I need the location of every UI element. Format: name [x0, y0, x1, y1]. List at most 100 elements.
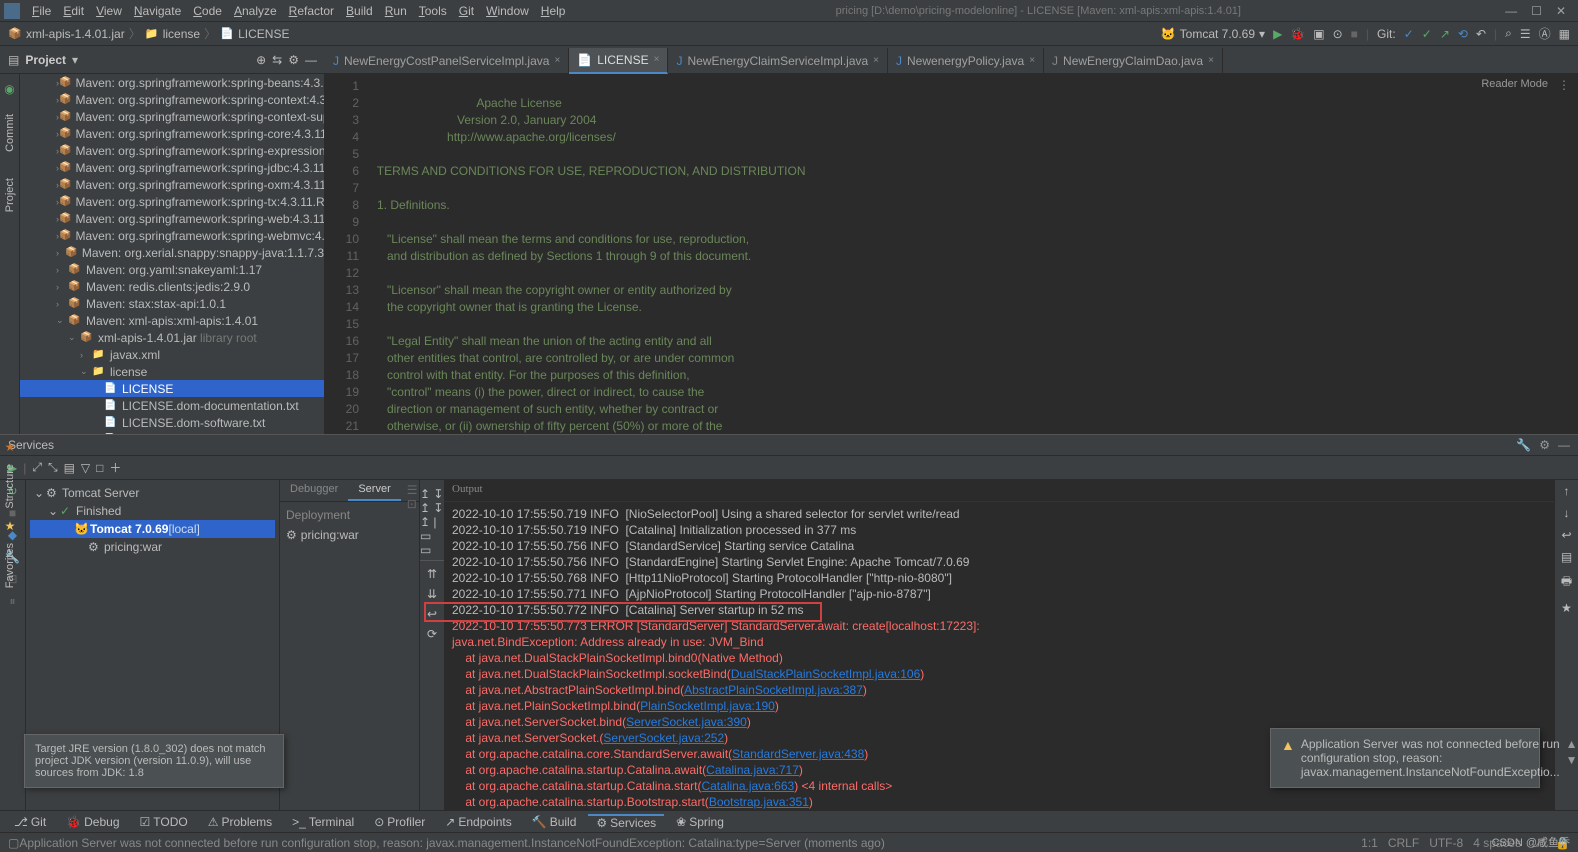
- tab-close-icon[interactable]: ×: [1208, 55, 1214, 66]
- menu-view[interactable]: View: [90, 4, 128, 18]
- status-icon[interactable]: ▢: [8, 836, 19, 850]
- git-commit-icon[interactable]: ✓: [1422, 27, 1432, 41]
- status-item[interactable]: UTF-8: [1429, 836, 1463, 850]
- bottom-tab-services[interactable]: ⚙Services: [588, 814, 664, 830]
- menu-tools[interactable]: Tools: [413, 4, 453, 18]
- menu-file[interactable]: File: [26, 4, 57, 18]
- tree-row[interactable]: ⌄📁license: [20, 363, 324, 380]
- tree-row[interactable]: ›📦Maven: org.springframework:spring-bean…: [20, 74, 324, 91]
- menu-refactor[interactable]: Refactor: [283, 4, 340, 18]
- commit-vtab[interactable]: Commit: [2, 106, 18, 160]
- out-softwrap-icon[interactable]: ↩: [1561, 528, 1571, 542]
- code-content[interactable]: Apache License Version 2.0, January 2004…: [367, 74, 1578, 434]
- stop-icon[interactable]: ■: [1351, 27, 1358, 41]
- tree-collapse-icon[interactable]: ⇆: [272, 53, 282, 67]
- svc-tree-row[interactable]: ⌄⚙Tomcat Server: [30, 484, 275, 502]
- bottom-tab-todo[interactable]: ☑TODO: [132, 815, 196, 829]
- project-vtab[interactable]: Project: [2, 170, 18, 220]
- git-rollback-icon[interactable]: ↶: [1476, 27, 1486, 41]
- bookmark-icon[interactable]: ★: [5, 440, 16, 454]
- menu-git[interactable]: Git: [453, 4, 480, 18]
- debug-icon[interactable]: 🐞: [1290, 27, 1305, 41]
- bottom-tab-debug[interactable]: 🐞Debug: [58, 815, 127, 829]
- tree-row[interactable]: ›📦Maven: stax:stax-api:1.0.1: [20, 295, 324, 312]
- tree-row[interactable]: ›📦Maven: org.springframework:spring-webm…: [20, 227, 324, 244]
- tree-row[interactable]: 📄LICENSE.sax.txt: [20, 431, 324, 434]
- bottom-tab-problems[interactable]: ⚠Problems: [200, 815, 280, 829]
- tree-row[interactable]: ›📦Maven: org.springframework:spring-expr…: [20, 142, 324, 159]
- tree-settings-icon[interactable]: ⚙: [288, 53, 299, 67]
- tree-row[interactable]: ⌄📦Maven: xml-apis:xml-apis:1.4.01: [20, 312, 324, 329]
- editor-tab[interactable]: JNewEnergyClaimDao.java×: [1044, 48, 1223, 74]
- bottom-tab-build[interactable]: 🔨Build: [524, 815, 585, 829]
- run-config-selector[interactable]: 🐱Tomcat 7.0.69▾: [1161, 27, 1265, 41]
- out-print-icon[interactable]: 🖶: [1561, 572, 1572, 593]
- services-gear-icon[interactable]: ⚙: [1539, 438, 1550, 452]
- svc-pause-icon[interactable]: ⏸: [9, 594, 15, 609]
- services-wrench-icon[interactable]: 🔧: [1516, 438, 1531, 452]
- tree-row[interactable]: ›📦Maven: org.yaml:snakeyaml:1.17: [20, 261, 324, 278]
- menu-navigate[interactable]: Navigate: [128, 4, 187, 18]
- close-icon[interactable]: ✕: [1556, 4, 1566, 18]
- maximize-icon[interactable]: ☐: [1531, 4, 1542, 18]
- tree-row[interactable]: 📄LICENSE.dom-software.txt: [20, 414, 324, 431]
- editor-tab[interactable]: JNewEnergyClaimServiceImpl.java×: [668, 48, 888, 74]
- svc-tree-row[interactable]: 🐱Tomcat 7.0.69 [local]: [30, 520, 275, 538]
- tip-down-icon[interactable]: ▼: [1566, 753, 1578, 767]
- tree-row[interactable]: ›📦Maven: org.springframework:spring-core…: [20, 125, 324, 142]
- svc-tree-row[interactable]: ⌄✓Finished: [30, 502, 275, 520]
- editor-tab[interactable]: 📄LICENSE×: [569, 48, 668, 74]
- structure-vtab[interactable]: Structure: [4, 464, 16, 509]
- project-tree[interactable]: ›📦Maven: org.springframework:spring-bean…: [20, 74, 325, 434]
- tree-row[interactable]: 📄LICENSE.dom-documentation.txt: [20, 397, 324, 414]
- git-push-icon[interactable]: ↗: [1440, 27, 1450, 41]
- tree-row[interactable]: ›📦Maven: org.springframework:spring-cont…: [20, 91, 324, 108]
- menu-edit[interactable]: Edit: [57, 4, 90, 18]
- minimize-icon[interactable]: —: [1505, 4, 1517, 18]
- tab-debugger[interactable]: Debugger: [280, 480, 348, 501]
- profile-icon[interactable]: ⊙: [1333, 27, 1343, 41]
- target-icon[interactable]: ⊕: [256, 53, 266, 67]
- code-editor[interactable]: 123456789101112131415161718192021 Apache…: [325, 74, 1578, 434]
- out-refresh-icon[interactable]: ⟳: [427, 627, 437, 641]
- editor-tab[interactable]: JNewEnergyCostPanelServiceImpl.java×: [325, 48, 569, 74]
- tab-server[interactable]: Server: [348, 480, 400, 501]
- menu-analyze[interactable]: Analyze: [228, 4, 283, 18]
- ide-settings-icon[interactable]: ☰: [1520, 27, 1531, 41]
- tree-row[interactable]: ›📦Maven: redis.clients:jedis:2.9.0: [20, 278, 324, 295]
- breadcrumb-jar[interactable]: 📦xml-apis-1.4.01.jar: [8, 27, 125, 41]
- bottom-tab-endpoints[interactable]: ↗Endpoints: [437, 815, 519, 829]
- status-item[interactable]: CRLF: [1388, 836, 1419, 850]
- tab-close-icon[interactable]: ×: [554, 55, 560, 66]
- svc-collapse-icon[interactable]: ⤡: [48, 460, 58, 475]
- deployment-item[interactable]: ⚙pricing:war: [286, 528, 413, 542]
- tree-row[interactable]: ›📦Maven: org.springframework:spring-web:…: [20, 210, 324, 227]
- git-history-icon[interactable]: ⟲: [1458, 27, 1468, 41]
- tree-row[interactable]: ›📦Maven: org.springframework:spring-tx:4…: [20, 193, 324, 210]
- tip-up-icon[interactable]: ▲: [1566, 737, 1578, 751]
- svc-tree-row[interactable]: ⚙pricing:war: [30, 538, 275, 556]
- tree-row[interactable]: ›📁javax.xml: [20, 346, 324, 363]
- breadcrumb-file[interactable]: 📄LICENSE: [220, 27, 289, 41]
- coverage-icon[interactable]: ▣: [1313, 27, 1324, 41]
- menu-build[interactable]: Build: [340, 4, 379, 18]
- bottom-tab-spring[interactable]: ❀Spring: [668, 815, 732, 829]
- out-wrap-icon[interactable]: ↩: [427, 607, 437, 621]
- bottom-tab-terminal[interactable]: >_Terminal: [284, 815, 362, 829]
- menu-help[interactable]: Help: [535, 4, 572, 18]
- status-item[interactable]: 1:1: [1361, 836, 1378, 850]
- run-icon[interactable]: ▶: [1273, 27, 1282, 41]
- search-icon[interactable]: ⌕: [1505, 26, 1512, 41]
- bottom-tab-git[interactable]: ⎇Git: [6, 815, 54, 829]
- svc-filter-icon[interactable]: ▽: [81, 461, 90, 475]
- tree-row[interactable]: ›📦Maven: org.springframework:spring-cont…: [20, 108, 324, 125]
- svc-expand-icon[interactable]: ⤢: [32, 460, 42, 475]
- breadcrumb-folder[interactable]: 📁license: [145, 27, 200, 41]
- svc-stop-icon[interactable]: □: [96, 461, 103, 475]
- out-layout-icon[interactable]: ▤: [1561, 550, 1572, 564]
- avatar-icon[interactable]: Ⓐ: [1539, 25, 1551, 42]
- more-icon[interactable]: ▦: [1559, 27, 1570, 41]
- hide-icon[interactable]: —: [305, 53, 317, 67]
- editor-tab[interactable]: JNewenergyPolicy.java×: [888, 48, 1044, 74]
- project-tool-icon[interactable]: ▤: [8, 53, 19, 67]
